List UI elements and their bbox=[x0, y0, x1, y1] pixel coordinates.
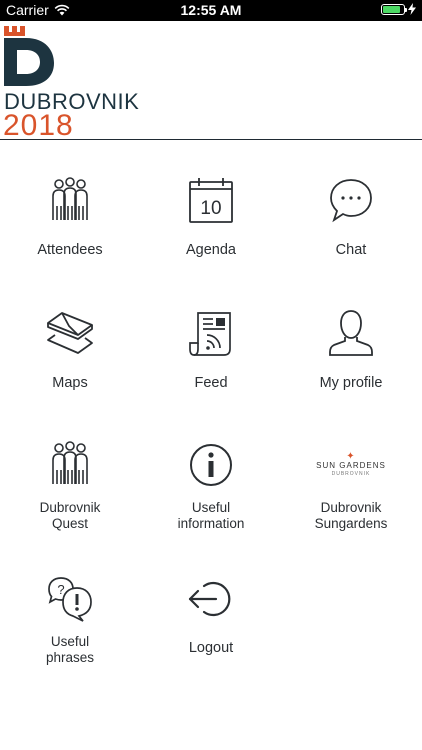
people-group-icon bbox=[45, 440, 95, 490]
menu-label-attendees: Attendees bbox=[37, 242, 103, 258]
user-profile-icon bbox=[326, 309, 376, 359]
menu-item-feed[interactable]: Feed bbox=[141, 309, 281, 439]
menu-item-logout[interactable]: Logout bbox=[141, 574, 281, 704]
status-right bbox=[381, 3, 416, 15]
menu-label-maps: Maps bbox=[52, 375, 88, 391]
menu-label-agenda: Agenda bbox=[186, 242, 236, 258]
news-feed-icon bbox=[186, 309, 236, 359]
menu-label-line: Sungardens bbox=[314, 516, 388, 531]
menu-label-dubrovnik-sungardens: Dubrovnik Sungardens bbox=[281, 500, 421, 532]
menu-label-line: Useful bbox=[191, 500, 231, 515]
logo-year: 2018 bbox=[3, 109, 74, 142]
info-circle-icon bbox=[186, 440, 236, 490]
menu-item-maps[interactable]: Maps bbox=[0, 309, 140, 439]
menu-item-my-profile[interactable]: My profile bbox=[281, 309, 421, 439]
sun-gardens-mark-icon: ✦ bbox=[346, 451, 356, 462]
sun-gardens-logo-subtext: DUBROVNIK bbox=[331, 471, 371, 477]
calendar-day: 10 bbox=[200, 198, 221, 219]
app-header: DUBROVNIK 2018 bbox=[0, 21, 422, 142]
menu-label-line: Useful bbox=[50, 634, 90, 649]
chat-bubble-icon bbox=[326, 176, 376, 226]
people-group-icon bbox=[45, 176, 95, 226]
map-layers-icon bbox=[45, 309, 95, 359]
menu-item-useful-phrases[interactable]: ? Useful phrases bbox=[0, 574, 140, 704]
clock: 12:55 AM bbox=[180, 2, 242, 18]
menu-label-my-profile: My profile bbox=[319, 375, 383, 391]
question-exclamation-bubbles-icon: ? bbox=[45, 574, 95, 624]
menu-label-logout: Logout bbox=[188, 640, 234, 656]
menu-label-line: Dubrovnik bbox=[39, 500, 101, 515]
battery-icon bbox=[381, 3, 407, 15]
calendar-icon: 10 bbox=[186, 176, 236, 226]
menu-label-useful-information: Useful information bbox=[141, 500, 281, 532]
menu-label-dubrovnik-quest: Dubrovnik Quest bbox=[0, 500, 140, 532]
menu-label-chat: Chat bbox=[335, 242, 367, 258]
menu-item-agenda[interactable]: 10 Agenda bbox=[141, 176, 281, 306]
menu-label-feed: Feed bbox=[194, 375, 228, 391]
menu-label-line: phrases bbox=[45, 650, 95, 665]
status-bar: Carrier 12:55 AM bbox=[0, 0, 422, 21]
dubrovnik-logo: DUBROVNIK 2018 bbox=[2, 23, 142, 142]
menu-label-line: information bbox=[177, 516, 245, 531]
menu-item-attendees[interactable]: Attendees bbox=[0, 176, 140, 306]
menu-label-line: Quest bbox=[51, 516, 89, 531]
menu-item-dubrovnik-sungardens[interactable]: ✦ SUN GARDENS DUBROVNIK Dubrovnik Sungar… bbox=[281, 440, 421, 570]
menu-label-useful-phrases: Useful phrases bbox=[0, 634, 140, 666]
menu-label-line: Dubrovnik bbox=[320, 500, 382, 515]
svg-text:?: ? bbox=[57, 582, 64, 597]
menu-item-chat[interactable]: Chat bbox=[281, 176, 421, 306]
sun-gardens-logo-text: SUN GARDENS bbox=[316, 461, 386, 470]
sun-gardens-logo: ✦ SUN GARDENS DUBROVNIK bbox=[301, 452, 401, 482]
header-divider bbox=[0, 139, 422, 140]
logo-d-mark bbox=[4, 26, 54, 86]
charging-icon bbox=[408, 3, 416, 15]
logout-arrow-icon bbox=[186, 574, 236, 624]
menu-item-dubrovnik-quest[interactable]: Dubrovnik Quest bbox=[0, 440, 140, 570]
menu-item-useful-information[interactable]: Useful information bbox=[141, 440, 281, 570]
